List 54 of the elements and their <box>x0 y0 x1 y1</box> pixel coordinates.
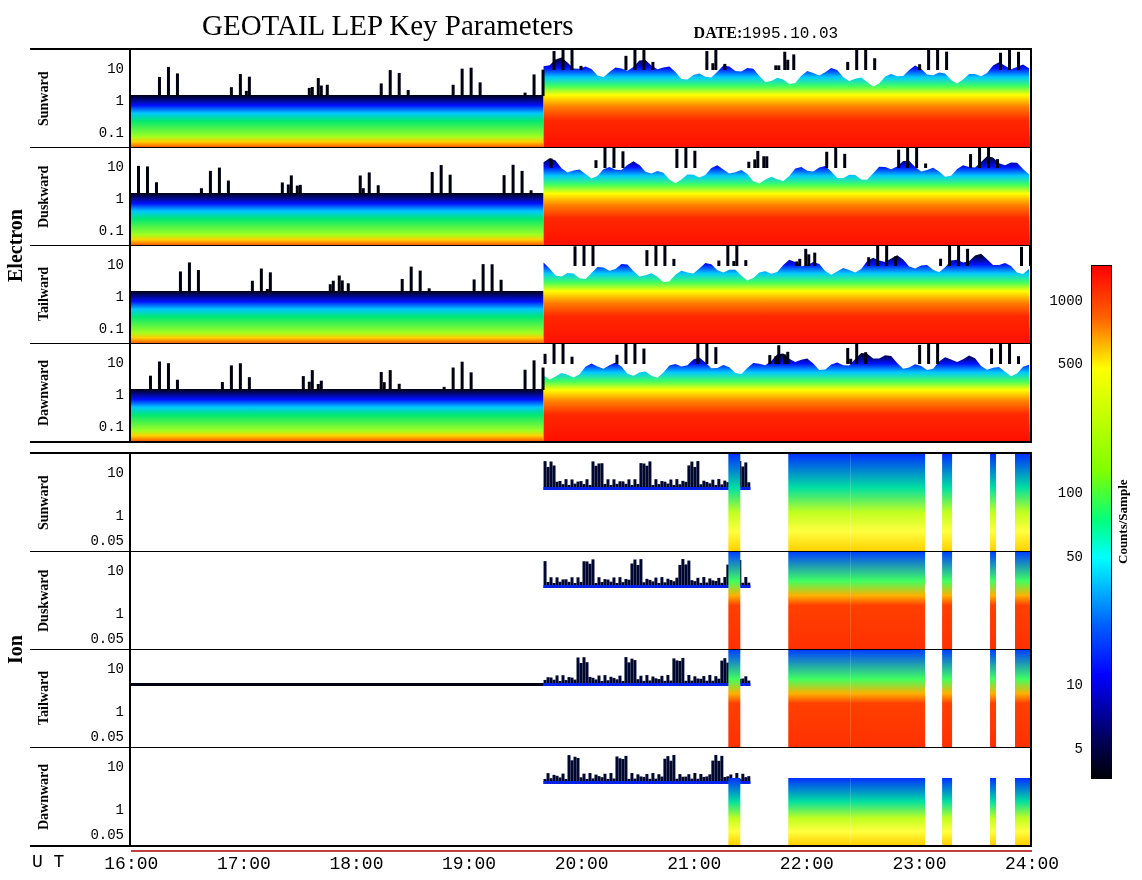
panel-label: Sunward <box>35 70 52 128</box>
time-label: 20:00 <box>553 853 610 876</box>
date-label: DATE: <box>693 24 743 41</box>
tick-label: 0.05 <box>90 730 125 744</box>
scale-label: 5 <box>1074 742 1084 756</box>
tick-label: 0.05 <box>90 632 125 646</box>
scale-label: 100 <box>1057 486 1084 500</box>
tick-label: 0.05 <box>90 828 125 842</box>
panel-label: Duskward <box>35 164 52 230</box>
tick-label: 10 <box>107 662 125 676</box>
panel-label: Dawnward <box>35 358 52 428</box>
tick-label: 10 <box>107 258 125 272</box>
time-label: 24:00 <box>1004 853 1061 876</box>
panel-label: Tailward <box>35 266 52 324</box>
date-value: 1995.10.03 <box>742 25 839 43</box>
time-label: 21:00 <box>666 853 723 876</box>
tick-label: 0.05 <box>90 534 125 548</box>
scale-title: Counts/Sample <box>1114 478 1131 567</box>
tick-label: 1 <box>115 94 125 108</box>
time-label: 16:00 <box>103 853 160 876</box>
scale-label: 500 <box>1057 357 1084 371</box>
axis-label: U T <box>31 851 66 874</box>
tick-label: 10 <box>107 466 125 480</box>
tick-label: 10 <box>107 564 125 578</box>
tick-label: 0.1 <box>98 224 125 238</box>
tick-label: 1 <box>115 607 125 621</box>
time-label: 17:00 <box>215 853 272 876</box>
panel-label: Sunward <box>35 474 52 532</box>
tick-label: 1 <box>115 509 125 523</box>
panel-label: Duskward <box>35 568 52 634</box>
tick-label: 1 <box>115 388 125 402</box>
tick-label: 0.1 <box>98 322 125 336</box>
panel-label: Tailward <box>35 670 52 728</box>
time-label: 18:00 <box>328 853 385 876</box>
panel-label: Dawnward <box>35 762 52 832</box>
scale-label: 50 <box>1066 550 1084 564</box>
time-label: 22:00 <box>778 853 835 876</box>
scale-label: 1000 <box>1049 294 1084 308</box>
time-label: 19:00 <box>441 853 498 876</box>
tick-label: 10 <box>107 62 125 76</box>
tick-label: 0.1 <box>98 126 125 140</box>
group-label: Electron <box>3 208 27 284</box>
tick-label: 10 <box>107 760 125 774</box>
tick-label: 1 <box>115 803 125 817</box>
tick-label: 1 <box>115 705 125 719</box>
tick-label: 1 <box>115 290 125 304</box>
tick-label: 10 <box>107 356 125 370</box>
tick-label: 0.1 <box>98 420 125 434</box>
tick-label: 10 <box>107 160 125 174</box>
scale-label: 10 <box>1066 678 1084 692</box>
chart-title: GEOTAIL LEP Key Parameters <box>202 8 574 43</box>
group-label: Ion <box>3 634 27 666</box>
tick-label: 1 <box>115 192 125 206</box>
time-label: 23:00 <box>891 853 948 876</box>
